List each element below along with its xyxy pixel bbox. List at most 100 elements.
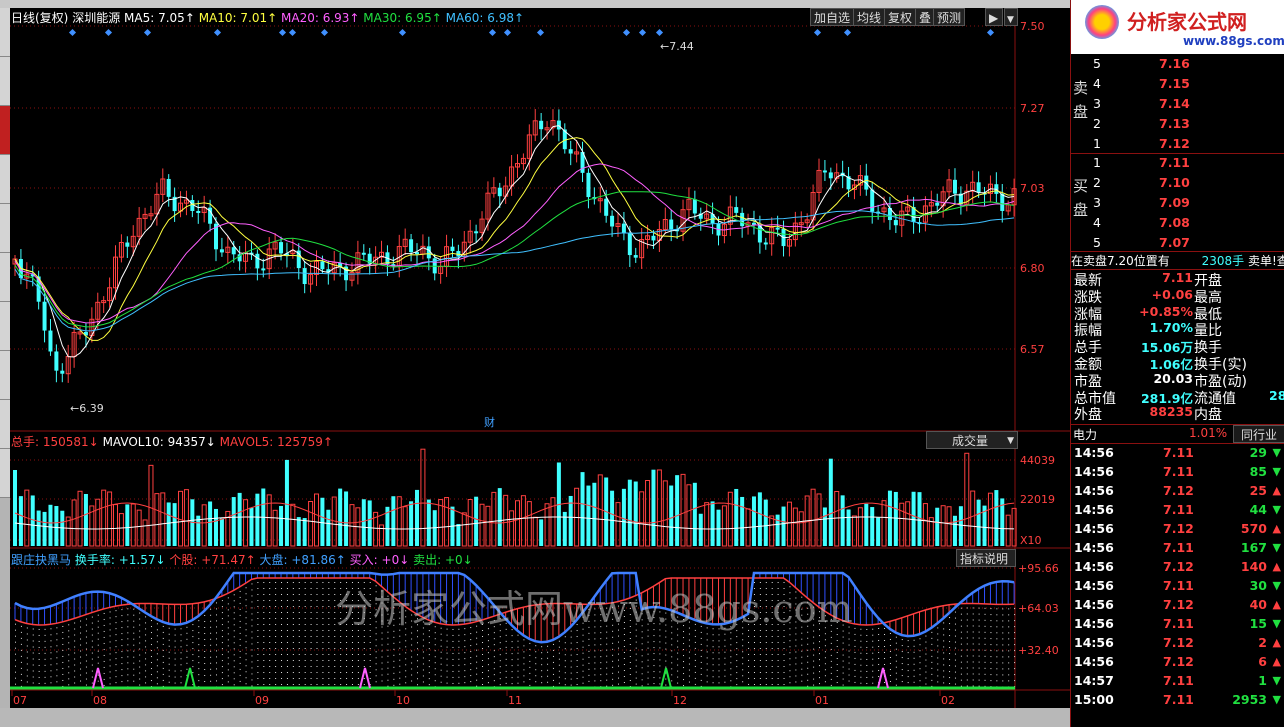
tick-row[interactable]: 14:56 7.12 2 ▲: [1071, 635, 1284, 652]
level-price: 7.09: [1159, 195, 1190, 210]
add-favorite-button[interactable]: 加自选: [810, 8, 855, 26]
sell-level[interactable]: 2 7.13: [1071, 116, 1284, 133]
tick-row[interactable]: 14:56 7.12 6 ▲: [1071, 654, 1284, 671]
tick-volume: 140: [1240, 559, 1267, 574]
ma-button[interactable]: 均线: [853, 8, 886, 26]
sell-level[interactable]: 1 7.12: [1071, 136, 1284, 153]
volume-selector[interactable]: 成交量 ▼: [926, 431, 1018, 449]
logo-url: www.88gs.com: [1183, 34, 1284, 48]
tick-row[interactable]: 14:57 7.11 1 ▼: [1071, 673, 1284, 690]
left-tab[interactable]: [0, 351, 10, 400]
left-tab[interactable]: [0, 155, 10, 204]
book-divider: [1071, 153, 1284, 154]
tick-row[interactable]: 14:56 7.12 25 ▲: [1071, 483, 1284, 500]
signal-diamond-icon: [655, 28, 664, 37]
tick-time: 14:56: [1074, 597, 1114, 612]
level-number: 4: [1093, 215, 1101, 230]
level-number: 5: [1093, 56, 1101, 71]
quote-row: 市盈 20.03 市盈(动): [1071, 371, 1284, 390]
arrow-down-icon: ▼: [1272, 693, 1281, 706]
logo-title: 分析家公式网: [1127, 10, 1247, 34]
quote-value: +0.85%: [1139, 303, 1193, 319]
signal-diamond-icon: [986, 28, 995, 37]
tick-time: 14:56: [1074, 616, 1114, 631]
signal-diamond-icon: [320, 28, 329, 37]
flower-icon: [1085, 5, 1119, 39]
chevron-down-icon: ▼: [1007, 436, 1014, 446]
left-tab[interactable]: [0, 57, 10, 106]
indicator-explain-button[interactable]: 指标说明: [956, 549, 1016, 567]
overlay-button[interactable]: 叠: [915, 8, 936, 26]
tick-row[interactable]: 14:56 7.11 15 ▼: [1071, 616, 1284, 633]
price-tick-label: 6.57: [1020, 343, 1045, 356]
quote-value: 88235: [1149, 404, 1194, 420]
level-price: 7.15: [1159, 76, 1190, 91]
tick-row[interactable]: 14:56 7.11 44 ▼: [1071, 502, 1284, 519]
arrow-down-icon: ▼: [1272, 541, 1281, 554]
tick-price: 7.11: [1163, 616, 1194, 631]
period-label[interactable]: 日线(复权): [11, 11, 68, 25]
sell-level[interactable]: 5 7.16: [1071, 56, 1284, 73]
buy-level[interactable]: 5 7.07: [1071, 235, 1284, 252]
buy-level[interactable]: 3 7.09: [1071, 195, 1284, 212]
left-tab[interactable]: [0, 8, 10, 57]
x-axis-label: 08: [93, 694, 107, 707]
tick-row[interactable]: 14:56 7.12 140 ▲: [1071, 559, 1284, 576]
level-price: 7.08: [1159, 215, 1190, 230]
ma20-label: MA20: 6.93↑: [281, 11, 360, 25]
arrow-up-icon: ▲: [1272, 522, 1281, 535]
logo: 分析家公式网 www.88gs.com: [1071, 0, 1284, 54]
sector-row[interactable]: 电力 1.01% 同行业: [1071, 424, 1284, 444]
tick-time: 14:56: [1074, 559, 1114, 574]
buy-level[interactable]: 1 7.11: [1071, 155, 1284, 172]
signal-marker-icon: [359, 667, 371, 689]
level-number: 5: [1093, 235, 1101, 250]
price-tick-label: 7.03: [1020, 182, 1045, 195]
tick-list[interactable]: 14:56 7.11 29 ▼ 14:56 7.11 85 ▼ 14:56 7.12 25 ▲ 14:5…: [1071, 445, 1284, 727]
left-tab-active[interactable]: [0, 106, 10, 155]
tick-row[interactable]: 14:56 7.11 30 ▼: [1071, 578, 1284, 595]
tick-time: 14:56: [1074, 445, 1114, 460]
tick-row[interactable]: 14:56 7.12 570 ▲: [1071, 521, 1284, 538]
expand-icon[interactable]: ▶: [985, 8, 1003, 26]
tick-row[interactable]: 14:56 7.12 40 ▲: [1071, 597, 1284, 614]
level-price: 7.14: [1159, 96, 1190, 111]
dropdown-icon[interactable]: ▼: [1004, 8, 1018, 26]
level-price: 7.16: [1159, 56, 1190, 71]
left-tab[interactable]: [0, 204, 10, 253]
left-tab[interactable]: [0, 302, 10, 351]
ma30-label: MA30: 6.95↑: [363, 11, 442, 25]
left-tab[interactable]: [0, 449, 10, 498]
level-price: 7.11: [1159, 155, 1190, 170]
level-number: 1: [1093, 136, 1101, 151]
tick-row[interactable]: 14:56 7.11 29 ▼: [1071, 445, 1284, 462]
left-tab[interactable]: [0, 400, 10, 449]
adjust-button[interactable]: 复权: [884, 8, 917, 26]
sell-level[interactable]: 4 7.15: [1071, 76, 1284, 93]
level-price: 7.10: [1159, 175, 1190, 190]
tick-row[interactable]: 15:00 7.11 2953 ▼: [1071, 692, 1284, 709]
tick-row[interactable]: 14:56 7.11 85 ▼: [1071, 464, 1284, 481]
ma60-label: MA60: 6.98↑: [445, 11, 525, 25]
signal-diamond-icon: [213, 28, 222, 37]
tick-time: 14:56: [1074, 654, 1114, 669]
large-order-notice[interactable]: 在卖盘7.20位置有 2308手 卖单!查: [1071, 251, 1284, 270]
indicator-name[interactable]: 跟庄抉黑马: [11, 553, 71, 567]
signal-diamond-icon: [398, 28, 407, 37]
level-number: 2: [1093, 175, 1101, 190]
level-price: 7.12: [1159, 136, 1190, 151]
notice-volume: 2308手: [1201, 254, 1245, 268]
left-tab[interactable]: [0, 253, 10, 302]
arrow-down-icon: ▼: [1272, 446, 1281, 459]
tick-row[interactable]: 14:56 7.11 167 ▼: [1071, 540, 1284, 557]
sell-level[interactable]: 3 7.14: [1071, 96, 1284, 113]
peer-tab[interactable]: 同行业: [1233, 425, 1284, 443]
signal-diamond-icon: [503, 28, 512, 37]
buy-level[interactable]: 2 7.10: [1071, 175, 1284, 192]
indicator-tick-label: +32.40: [1018, 644, 1059, 657]
level-number: 2: [1093, 116, 1101, 131]
quote-value: 1.70%: [1149, 320, 1193, 336]
tick-time: 14:56: [1074, 521, 1114, 536]
buy-level[interactable]: 4 7.08: [1071, 215, 1284, 232]
forecast-button[interactable]: 预测: [933, 8, 966, 26]
